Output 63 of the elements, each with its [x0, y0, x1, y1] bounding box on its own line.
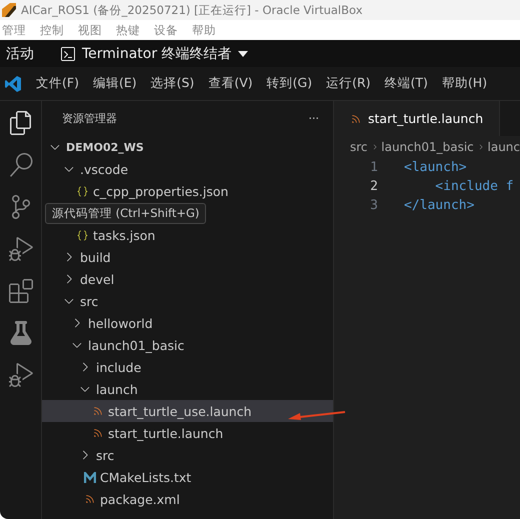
dropdown-caret-icon: [238, 50, 248, 56]
braces-icon: [76, 228, 89, 242]
folder-row[interactable]: build: [42, 246, 333, 268]
code-line: </launch>: [404, 198, 474, 213]
menu-item[interactable]: 文件(F): [36, 75, 79, 92]
menu-item[interactable]: 热键: [116, 22, 140, 38]
window-title: AICar_ROS1 (备份_20250721) [正在运行] - Oracle VirtualBox: [21, 2, 363, 18]
menu-item[interactable]: 查看(V): [208, 75, 253, 92]
rss-icon: [350, 112, 362, 124]
folder-row[interactable]: launch01_basic: [42, 334, 333, 356]
file-row[interactable]: start_turtle_use.launch: [42, 400, 333, 422]
app-menu-button[interactable]: Terminator 终端终结者: [60, 44, 248, 62]
breadcrumb-item[interactable]: src: [350, 140, 368, 154]
code-line: <launch>: [404, 160, 467, 175]
extensions-icon[interactable]: [8, 279, 32, 303]
terminal-icon: [60, 46, 76, 62]
menu-item[interactable]: 视图: [78, 22, 102, 38]
folder-row[interactable]: .vscode: [42, 158, 333, 180]
menu-item[interactable]: 运行(R): [326, 75, 371, 92]
menu-item[interactable]: 终端(T): [384, 75, 428, 92]
braces-icon: [76, 184, 89, 198]
code-line: <include f: [434, 179, 514, 194]
file-row[interactable]: start_turtle.launch: [42, 422, 333, 444]
menu-item[interactable]: 帮助: [192, 22, 216, 38]
arrow-annotation: [288, 410, 346, 422]
rss-icon: [84, 493, 96, 505]
sidebar-title: 资源管理器: [62, 111, 117, 126]
menu-item[interactable]: 编辑(E): [92, 75, 137, 92]
file-row[interactable]: tasks.json: [42, 224, 333, 246]
rss-icon: [92, 405, 104, 417]
activities-button[interactable]: 活动: [6, 44, 34, 62]
rss-icon: [92, 427, 104, 439]
search-icon[interactable]: [8, 153, 32, 177]
line-number: 2: [369, 179, 379, 194]
menu-item[interactable]: 转到(G): [266, 75, 312, 92]
editor-tab[interactable]: start_turtle.launch: [334, 101, 500, 136]
menu-item[interactable]: 设备: [154, 22, 178, 38]
editor-logo-icon: [4, 74, 22, 92]
breadcrumb-item[interactable]: launch01_basic: [381, 140, 474, 154]
menu-item[interactable]: 帮助(H): [442, 75, 488, 92]
run-debug-icon[interactable]: [8, 237, 32, 261]
folder-row[interactable]: devel: [42, 268, 333, 290]
file-row[interactable]: c_cpp_properties.json: [42, 180, 333, 202]
breadcrumb-item[interactable]: launc: [488, 140, 520, 154]
virtualbox-logo-icon: [2, 3, 16, 17]
line-number: 3: [369, 198, 379, 213]
flask-icon[interactable]: [8, 321, 32, 345]
menu-item[interactable]: 管理: [2, 22, 26, 38]
more-actions-button[interactable]: ···: [308, 112, 319, 125]
file-row[interactable]: package.xml: [42, 488, 333, 510]
folder-row[interactable]: include: [42, 356, 333, 378]
menu-item[interactable]: 控制: [40, 22, 64, 38]
m-shape-icon: [84, 472, 96, 482]
tooltip: 源代码管理 (Ctrl+Shift+G): [45, 202, 206, 224]
folder-row[interactable]: src: [42, 290, 333, 312]
folder-row[interactable]: helloworld: [42, 312, 333, 334]
folder-row[interactable]: launch: [42, 378, 333, 400]
folder-row[interactable]: src: [42, 444, 333, 466]
file-row[interactable]: CMakeLists.txt: [42, 466, 333, 488]
menu-item[interactable]: 选择(S): [150, 75, 194, 92]
files-icon[interactable]: [8, 111, 32, 135]
folder-row[interactable]: DEMO02_WS: [42, 136, 333, 158]
line-number: 1: [369, 160, 379, 175]
